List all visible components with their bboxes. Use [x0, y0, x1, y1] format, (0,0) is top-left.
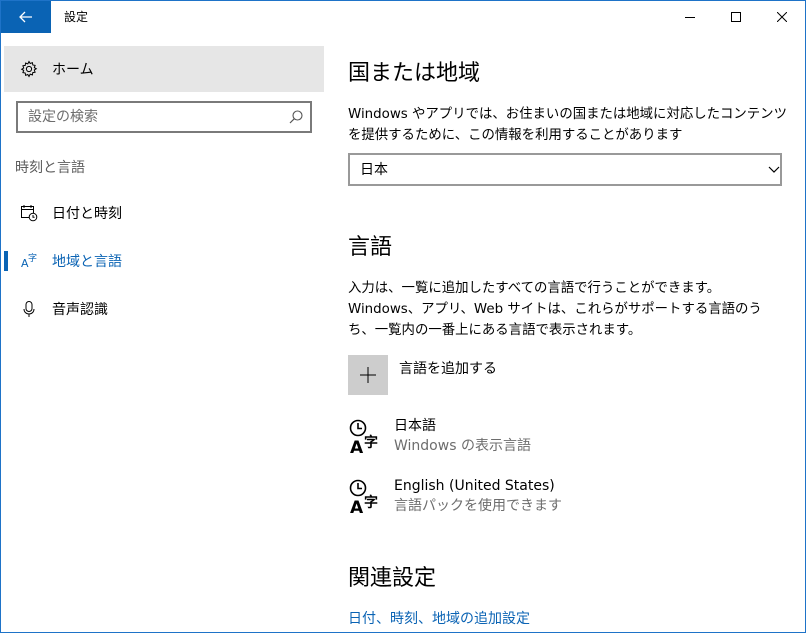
search-input[interactable] — [18, 103, 288, 131]
sidebar-item-region-language[interactable]: A 字 地域と言語 — [1, 241, 325, 281]
svg-text:A: A — [350, 438, 364, 455]
microphone-icon — [19, 299, 39, 319]
close-button[interactable] — [759, 1, 805, 33]
settings-window: 設定 ホーム 時刻と言語 — [0, 0, 806, 633]
svg-text:A: A — [350, 498, 364, 515]
sidebar-item-date-time[interactable]: 日付と時刻 — [1, 193, 325, 233]
add-language-button[interactable]: 言語を追加する — [348, 355, 497, 395]
region-description: Windows やアプリでは、お住まいの国または地域に対応したコンテンツを提供す… — [348, 107, 787, 143]
language-heading: 言語 — [348, 235, 393, 260]
svg-text:字: 字 — [364, 434, 378, 451]
add-language-label: 言語を追加する — [399, 361, 497, 377]
language-region-icon: A 字 — [19, 251, 39, 271]
language-pack-icon: A 字 — [349, 479, 378, 515]
region-heading: 国または地域 — [348, 61, 481, 86]
language-description: 入力は、一覧に追加したすべての言語で行うことができます。Windows、アプリ、… — [348, 281, 762, 338]
language-name: 日本語 — [394, 418, 436, 434]
sidebar-item-home[interactable]: ホーム — [4, 46, 324, 92]
back-arrow-icon — [19, 11, 32, 23]
settings-search-box[interactable] — [16, 101, 312, 133]
country-region-select[interactable]: 日本 — [348, 153, 782, 186]
language-item-japanese[interactable]: A 字 日本語 Windows の表示言語 — [348, 417, 531, 457]
window-title: 設定 — [64, 10, 89, 24]
sidebar-item-label: 地域と言語 — [52, 254, 122, 270]
close-icon — [777, 12, 787, 22]
sidebar-section-label: 時刻と言語 — [15, 160, 85, 176]
sidebar-item-label: 日付と時刻 — [52, 206, 122, 222]
additional-date-time-region-link[interactable]: 日付、時刻、地域の追加設定 — [348, 608, 530, 628]
minimize-icon — [685, 17, 695, 18]
plus-icon — [348, 355, 388, 395]
sidebar-item-speech[interactable]: 音声認識 — [1, 289, 325, 329]
sidebar-item-label: 音声認識 — [52, 302, 108, 318]
sidebar: ホーム 時刻と言語 日付と時刻 — [1, 33, 325, 632]
search-icon[interactable] — [288, 109, 304, 125]
svg-text:字: 字 — [28, 252, 37, 264]
language-item-english[interactable]: A 字 English (United States) 言語パックを使用できます — [348, 477, 562, 517]
back-button[interactable] — [1, 1, 51, 33]
maximize-icon — [731, 12, 741, 22]
gear-icon — [18, 58, 40, 80]
active-indicator — [4, 251, 8, 271]
language-status: 言語パックを使用できます — [394, 498, 562, 514]
svg-text:字: 字 — [364, 494, 378, 511]
chevron-down-icon — [768, 166, 780, 173]
language-name: English (United States) — [394, 478, 555, 494]
minimize-button[interactable] — [667, 1, 713, 33]
language-pack-icon: A 字 — [349, 419, 378, 455]
maximize-button[interactable] — [713, 1, 759, 33]
title-bar: 設定 — [1, 1, 805, 33]
language-status: Windows の表示言語 — [394, 438, 531, 454]
home-label: ホーム — [52, 62, 94, 78]
country-region-value: 日本 — [360, 162, 388, 178]
calendar-clock-icon — [19, 203, 39, 223]
main-content: 国または地域 Windows やアプリでは、お住まいの国または地域に対応したコン… — [325, 33, 805, 632]
related-settings-heading: 関連設定 — [348, 566, 437, 591]
